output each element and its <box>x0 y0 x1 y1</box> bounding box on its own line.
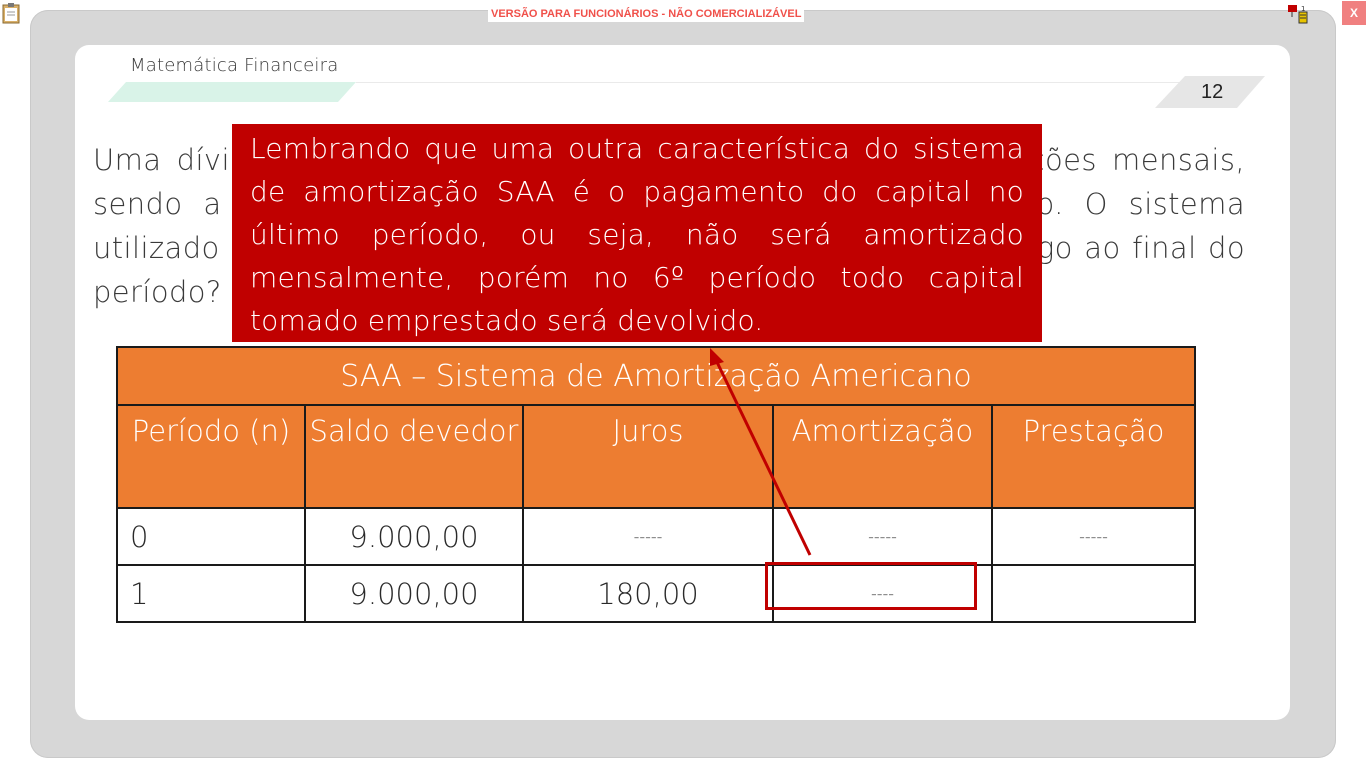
table-title: SAA – Sistema de Amortização Americano <box>116 346 1196 406</box>
col-header-periodo: Período (n) <box>116 404 306 509</box>
svg-text:1: 1 <box>1301 5 1305 13</box>
close-button[interactable]: X <box>1342 1 1366 25</box>
cell-saldo: 9.000,00 <box>304 507 524 566</box>
watermark-banner: VERSÃO PARA FUNCIONÁRIOS - NÃO COMERCIAL… <box>488 6 805 22</box>
col-header-amortizacao: Amortização <box>772 404 993 509</box>
header-title: Matemática Financeira <box>130 55 339 76</box>
saa-table: SAA – Sistema de Amortização Americano P… <box>116 346 1196 623</box>
table-row: 1 9.000,00 180,00 ---- <box>116 564 1196 623</box>
cell-prestacao: ----- <box>991 507 1196 566</box>
page-number: 12 <box>1201 81 1224 103</box>
cell-prestacao <box>991 564 1196 623</box>
col-header-juros: Juros <box>522 404 774 509</box>
header-decoration <box>108 82 1248 102</box>
col-header-saldo: Saldo devedor <box>304 404 524 509</box>
table-row: 0 9.000,00 ----- ----- ----- <box>116 507 1196 566</box>
cell-periodo: 1 <box>116 564 306 623</box>
cell-saldo: 9.000,00 <box>304 564 524 623</box>
table-header-row: Período (n) Saldo devedor Juros Amortiza… <box>116 404 1196 509</box>
clipboard-icon[interactable] <box>2 2 20 24</box>
callout-box: Lembrando que uma outra característica d… <box>232 124 1042 342</box>
cell-amortizacao: ----- <box>772 507 993 566</box>
cell-periodo: 0 <box>116 507 306 566</box>
page-number-badge: 12 <box>1155 76 1265 108</box>
network-icon[interactable]: 1 <box>1287 3 1311 25</box>
cell-juros: 180,00 <box>522 564 774 623</box>
cell-juros: ----- <box>522 507 774 566</box>
table-title-row: SAA – Sistema de Amortização Americano <box>116 346 1196 406</box>
col-header-prestacao: Prestação <box>991 404 1196 509</box>
highlight-box <box>765 562 977 610</box>
